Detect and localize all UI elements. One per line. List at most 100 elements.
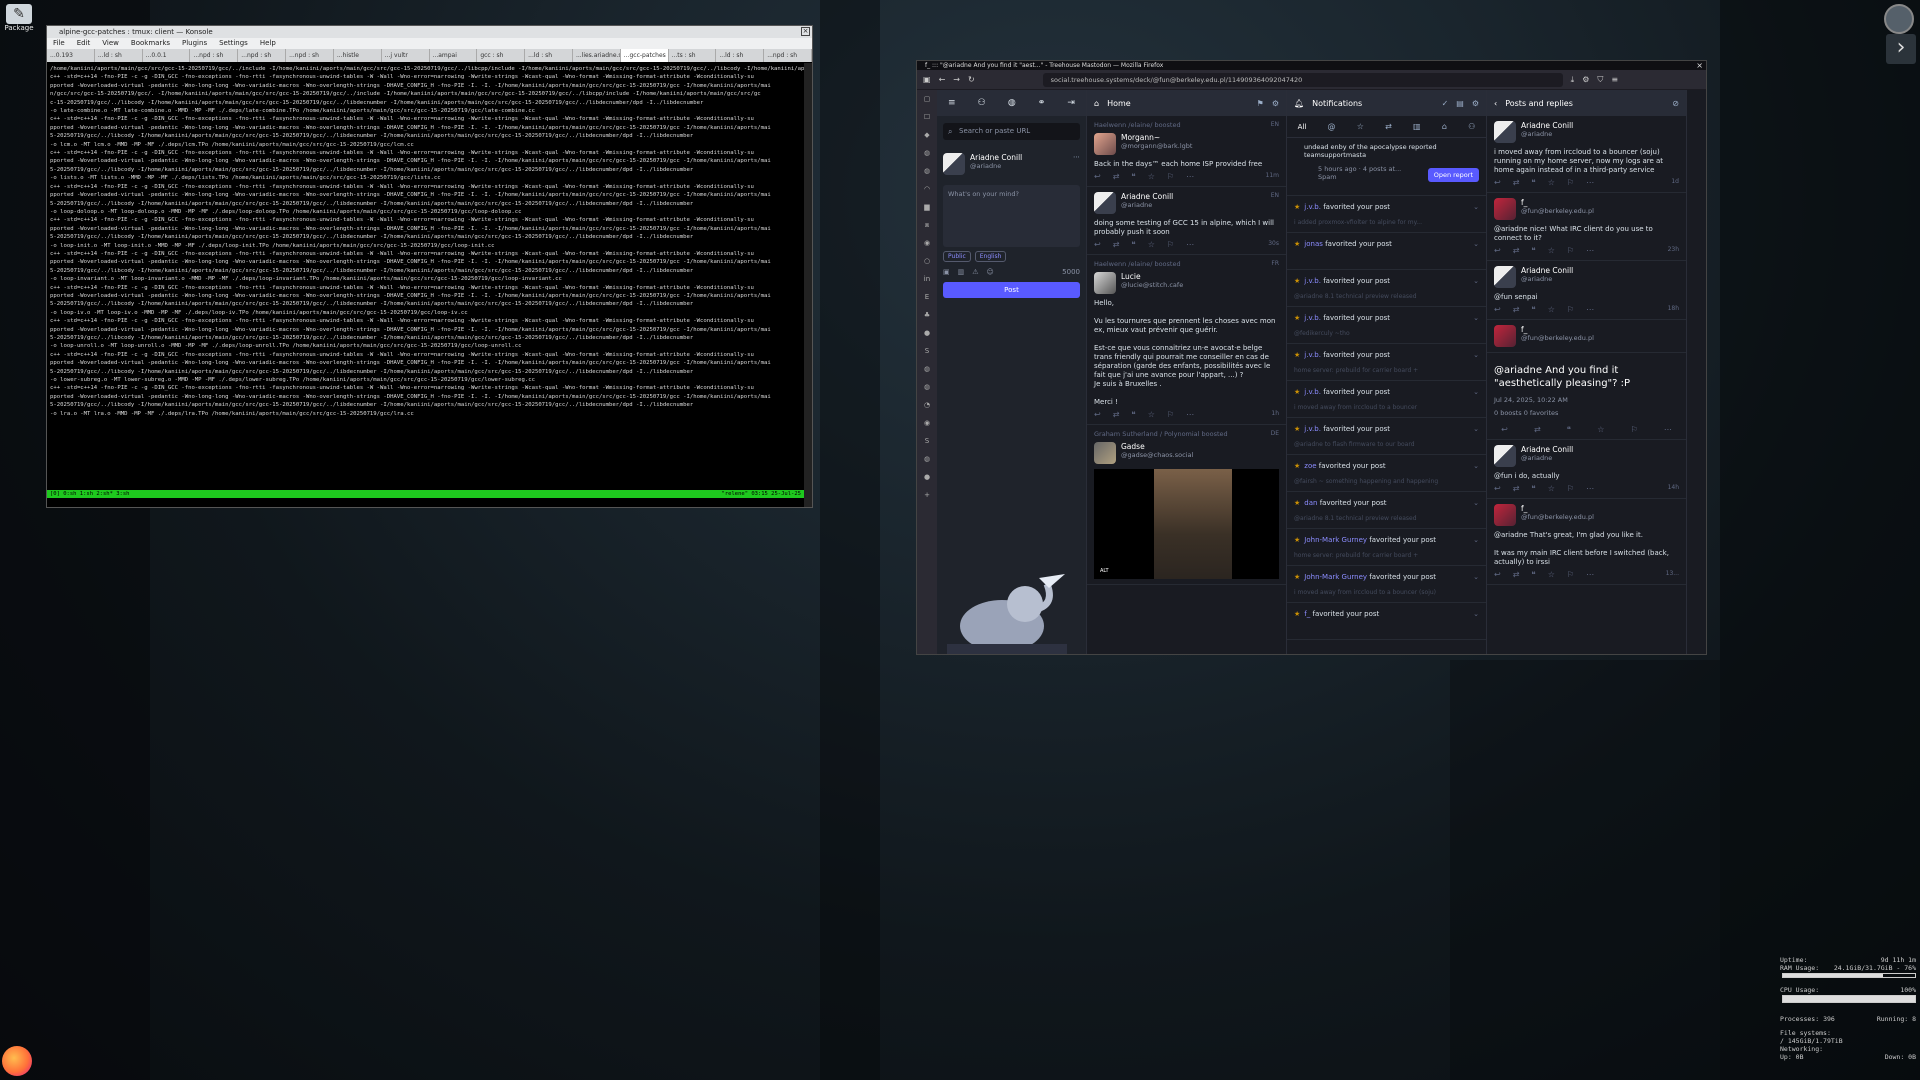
- tree-icon[interactable]: ♣: [917, 306, 937, 324]
- circle-icon[interactable]: ○: [917, 252, 937, 270]
- display-name[interactable]: Morgann~: [1121, 133, 1192, 142]
- search-input[interactable]: Search or paste URL: [943, 123, 1080, 140]
- reddit-icon[interactable]: ●: [917, 324, 937, 342]
- box-icon[interactable]: ⧈: [917, 216, 937, 234]
- status[interactable]: Graham Sutherland / Polynomial boosted Ga…: [1087, 425, 1286, 585]
- sidebar-toggle-icon[interactable]: ▣: [923, 75, 931, 84]
- menu-item[interactable]: File: [53, 39, 65, 47]
- notification-item[interactable]: ★ j.v.b. favorited your post ⌄ home server:…: [1287, 344, 1486, 381]
- globe-icon[interactable]: ◍: [917, 450, 937, 468]
- menu-item[interactable]: Settings: [219, 39, 248, 47]
- star-icon[interactable]: ☆: [1148, 410, 1155, 419]
- mention-icon[interactable]: @: [1328, 122, 1336, 131]
- notification-actor[interactable]: jonas: [1304, 240, 1323, 248]
- firefox-icon[interactable]: [2, 1046, 32, 1076]
- s-icon[interactable]: S: [917, 432, 937, 450]
- tab[interactable]: ...ts : sh: [669, 49, 717, 62]
- avatar[interactable]: [1094, 442, 1116, 464]
- reply-icon[interactable]: ↩: [1494, 305, 1501, 314]
- more-icon[interactable]: ⋯: [1586, 305, 1594, 314]
- tab[interactable]: ...ampai: [430, 49, 478, 62]
- reply-icon[interactable]: ↩: [1094, 240, 1101, 249]
- notification-item[interactable]: ★ jonas favorited your post ⌄: [1287, 233, 1486, 270]
- reply-icon[interactable]: ↩: [1494, 484, 1501, 493]
- boost-icon[interactable]: ⇄: [1385, 122, 1392, 131]
- star-icon[interactable]: ☆: [1548, 305, 1555, 314]
- arc-icon[interactable]: ◠: [917, 180, 937, 198]
- notification-item[interactable]: ★ zoe favorited your post ⌄ @fairsh ~ somet…: [1287, 455, 1486, 492]
- notification-item[interactable]: ★ j.v.b. favorited your post ⌄ @ariadne to …: [1287, 418, 1486, 455]
- chevron-right-icon[interactable]: ›: [1886, 34, 1916, 64]
- tab[interactable]: ...ld : sh: [525, 49, 573, 62]
- star-icon[interactable]: ☆: [1548, 246, 1555, 255]
- chevron-down-icon[interactable]: ⌄: [1473, 610, 1479, 618]
- more-icon[interactable]: ⋯: [1664, 425, 1672, 434]
- hide-icon[interactable]: ⊘: [1672, 99, 1679, 108]
- star-icon[interactable]: ☆: [1148, 240, 1155, 249]
- tab[interactable]: ...histle: [334, 49, 382, 62]
- notification-actor[interactable]: John-Mark Gurney: [1304, 573, 1367, 581]
- boost-icon[interactable]: ⇄: [1513, 570, 1520, 579]
- media-attachment[interactable]: ALT: [1094, 469, 1279, 579]
- twitter-icon[interactable]: ◔: [917, 396, 937, 414]
- chevron-down-icon[interactable]: ⌄: [1473, 277, 1479, 285]
- display-name[interactable]: Ariadne Conill: [1521, 445, 1573, 454]
- quote-icon[interactable]: ❝: [1531, 246, 1535, 255]
- bookmark-icon[interactable]: ⚐: [1567, 570, 1574, 579]
- menu-item[interactable]: View: [102, 39, 119, 47]
- notification-item[interactable]: ★ j.v.b. favorited your post ⌄ i moved away…: [1287, 381, 1486, 418]
- chevron-down-icon[interactable]: ⌄: [1473, 314, 1479, 322]
- close-icon[interactable]: ×: [801, 27, 810, 36]
- notification-item[interactable]: ★ John-Mark Gurney favorited your post ⌄ i …: [1287, 566, 1486, 603]
- status[interactable]: Haelwenn /elaine/ boosted Lucie @lucie@sti…: [1087, 255, 1286, 425]
- chevron-down-icon[interactable]: ⌄: [1473, 573, 1479, 581]
- display-name[interactable]: Ariadne Conill: [1521, 266, 1573, 275]
- boost-icon[interactable]: ⇄: [1113, 410, 1120, 419]
- bookmark-icon[interactable]: ⚐: [1567, 246, 1574, 255]
- chevron-down-icon[interactable]: ⌄: [1473, 388, 1479, 396]
- tab[interactable]: ...0.0.1: [143, 49, 191, 62]
- notification-actor[interactable]: j.v.b.: [1304, 314, 1321, 322]
- bookmark-icon[interactable]: ⚐: [1167, 410, 1174, 419]
- window-titlebar[interactable]: alpine-gcc-patches : tmux: client — Kons…: [47, 26, 812, 38]
- more-icon[interactable]: ⋯: [1586, 246, 1594, 255]
- bookmark-icon[interactable]: ⚐: [1167, 240, 1174, 249]
- bookmark-icon[interactable]: ⚐: [1167, 172, 1174, 181]
- language-button[interactable]: English: [974, 251, 1007, 262]
- avatar[interactable]: [1494, 445, 1516, 467]
- notification-item[interactable]: ★ j.v.b. favorited your post ⌄ @fedikerculy…: [1287, 307, 1486, 344]
- reply-icon[interactable]: ↩: [1494, 570, 1501, 579]
- notification-item[interactable]: ★ j.v.b. favorited your post ⌄ i added prox…: [1287, 196, 1486, 233]
- thread-post[interactable]: f_ @fun@berkeley.edu.pl: [1487, 320, 1686, 353]
- thread-post[interactable]: f_ @fun@berkeley.edu.pl @ariadne That's gr…: [1487, 499, 1686, 585]
- quote-icon[interactable]: ❝: [1131, 240, 1135, 249]
- star-icon[interactable]: ☆: [1357, 122, 1364, 131]
- tab[interactable]: ...npd : sh: [190, 49, 239, 62]
- warning-icon[interactable]: ⚠: [972, 268, 978, 276]
- globe-icon[interactable]: ◍: [917, 162, 937, 180]
- quote-icon[interactable]: ❝: [1531, 305, 1535, 314]
- more-icon[interactable]: ⋯: [1586, 570, 1594, 579]
- favorite-count[interactable]: 0 favorites: [1524, 409, 1559, 417]
- chevron-down-icon[interactable]: ⌄: [1473, 240, 1479, 248]
- bookmark-icon[interactable]: ⚐: [1567, 178, 1574, 187]
- emoji-icon[interactable]: ☺: [987, 268, 994, 276]
- chevron-down-icon[interactable]: ⌄: [1473, 203, 1479, 211]
- reply-icon[interactable]: ↩: [1501, 425, 1508, 434]
- more-icon[interactable]: ⋯: [1186, 410, 1194, 419]
- display-name[interactable]: f_: [1521, 504, 1594, 513]
- display-name[interactable]: Ariadne Conill: [1521, 121, 1573, 130]
- tab[interactable]: gcc : sh: [477, 49, 526, 62]
- scrollbar[interactable]: [804, 63, 812, 507]
- tab[interactable]: ...lies.ariadne.space: [573, 49, 621, 62]
- thread-post[interactable]: Ariadne Conill @ariadne @fun i do, actuall…: [1487, 440, 1686, 499]
- notification-actor[interactable]: zoe: [1304, 462, 1316, 470]
- boost-count[interactable]: 0 boosts: [1494, 409, 1522, 417]
- m-icon[interactable]: ▆: [917, 198, 937, 216]
- chevron-down-icon[interactable]: ⌄: [1473, 536, 1479, 544]
- display-name[interactable]: Lucie: [1121, 272, 1183, 281]
- poll-icon[interactable]: ▥: [958, 268, 965, 276]
- avatar[interactable]: [1494, 266, 1516, 288]
- people-icon[interactable]: ⚇: [978, 98, 986, 108]
- menu-item[interactable]: Edit: [77, 39, 91, 47]
